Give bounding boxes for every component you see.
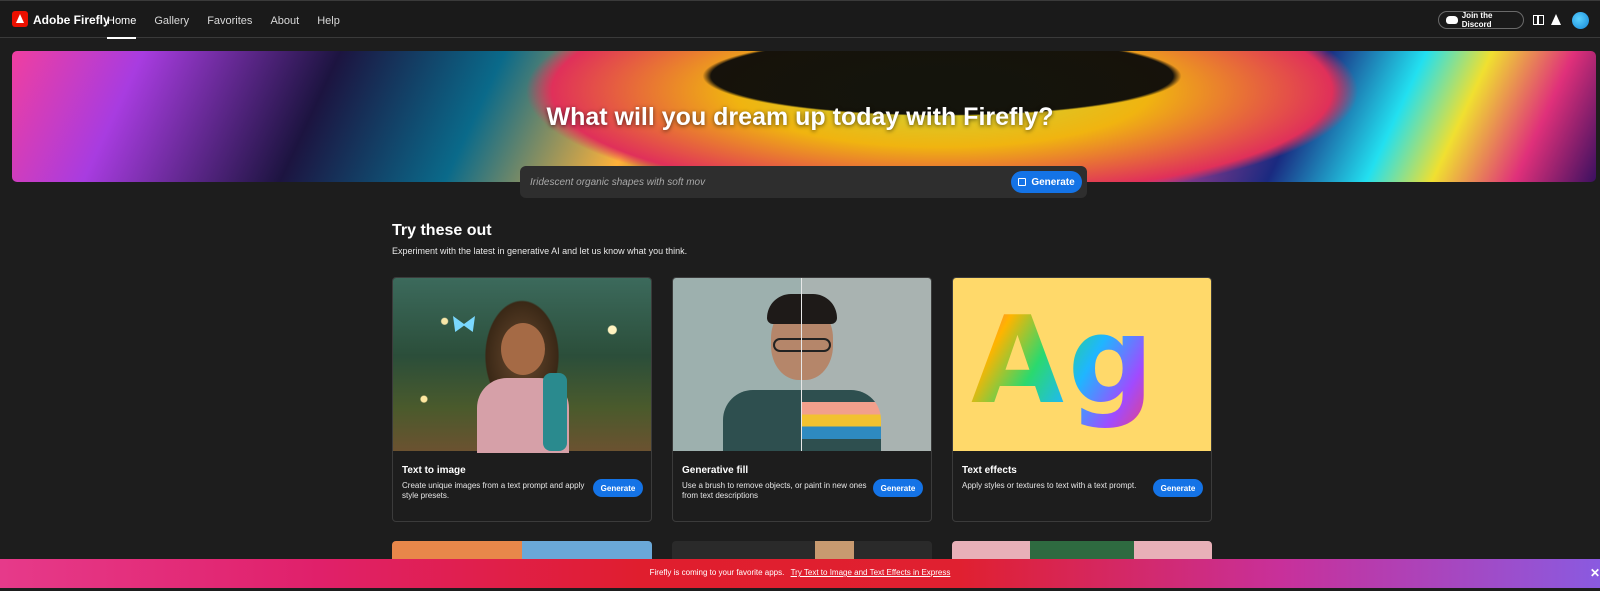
nav-item-help[interactable]: Help [317, 1, 340, 39]
nav-item-favorites[interactable]: Favorites [207, 1, 252, 39]
adobe-logo-icon[interactable] [12, 11, 28, 27]
hero-generate-label: Generate [1031, 176, 1075, 188]
glasses [773, 338, 831, 352]
text-effects-sample: Ag [971, 292, 1158, 431]
promo-message: Firefly is coming to your favorite apps. [649, 568, 785, 577]
butterfly-icon [453, 316, 475, 332]
backpack-strap [543, 373, 567, 451]
card-description: Apply styles or textures to text with a … [962, 481, 1137, 490]
promo-text: Firefly is coming to your favorite apps.… [0, 568, 1600, 577]
card-text-to-image[interactable]: Text to image Create unique images from … [392, 277, 652, 522]
promo-link[interactable]: Try Text to Image and Text Effects in Ex… [791, 568, 951, 577]
main-nav: Home Gallery Favorites About Help [107, 1, 358, 39]
generate-icon [1018, 178, 1027, 186]
discord-icon [1446, 16, 1458, 24]
generative-fill-preview [673, 278, 931, 451]
figure-hair [767, 294, 837, 324]
top-bar: Adobe Firefly Home Gallery Favorites Abo… [0, 0, 1600, 39]
compare-slider-handle[interactable] [801, 278, 802, 451]
gift-icon[interactable] [1533, 15, 1544, 25]
card-description: Create unique images from a text prompt … [402, 481, 585, 500]
section-subtitle: Experiment with the latest in generative… [392, 246, 688, 256]
text-effects-generate-button[interactable]: Generate [1153, 479, 1203, 497]
nav-item-about[interactable]: About [270, 1, 299, 39]
sweater-right [802, 390, 881, 451]
join-discord-label: Join the Discord [1461, 11, 1493, 29]
generative-fill-generate-button[interactable]: Generate [873, 479, 923, 497]
nav-item-home[interactable]: Home [107, 1, 137, 39]
card-generative-fill[interactable]: Generative fill Use a brush to remove ob… [672, 277, 932, 522]
figure-face [501, 323, 545, 375]
join-discord-button[interactable]: Join the Discord [1438, 11, 1524, 29]
prompt-bar: Generate [520, 166, 1087, 198]
card-text-effects[interactable]: Ag Text effects Apply styles or textures… [952, 277, 1212, 522]
card-description: Use a brush to remove objects, or paint … [682, 481, 867, 500]
user-avatar[interactable] [1572, 12, 1589, 29]
hero-title: What will you dream up today with Firefl… [546, 103, 1054, 131]
text-to-image-preview [393, 278, 651, 453]
beaker-icon[interactable] [1551, 14, 1561, 25]
brand-name[interactable]: Adobe Firefly [33, 13, 110, 27]
card-title: Text effects [962, 465, 1017, 476]
card-title: Generative fill [682, 465, 749, 476]
sweater-left [723, 390, 802, 451]
text-to-image-generate-button[interactable]: Generate [593, 479, 643, 497]
close-icon[interactable]: ✕ [1590, 566, 1600, 580]
section-title: Try these out [392, 222, 492, 239]
prompt-input[interactable] [530, 173, 990, 191]
text-effects-preview: Ag [953, 278, 1211, 451]
hero-generate-button[interactable]: Generate [1011, 171, 1082, 193]
nav-item-gallery[interactable]: Gallery [154, 1, 189, 39]
promo-banner: Firefly is coming to your favorite apps.… [0, 559, 1600, 588]
card-title: Text to image [402, 465, 466, 476]
